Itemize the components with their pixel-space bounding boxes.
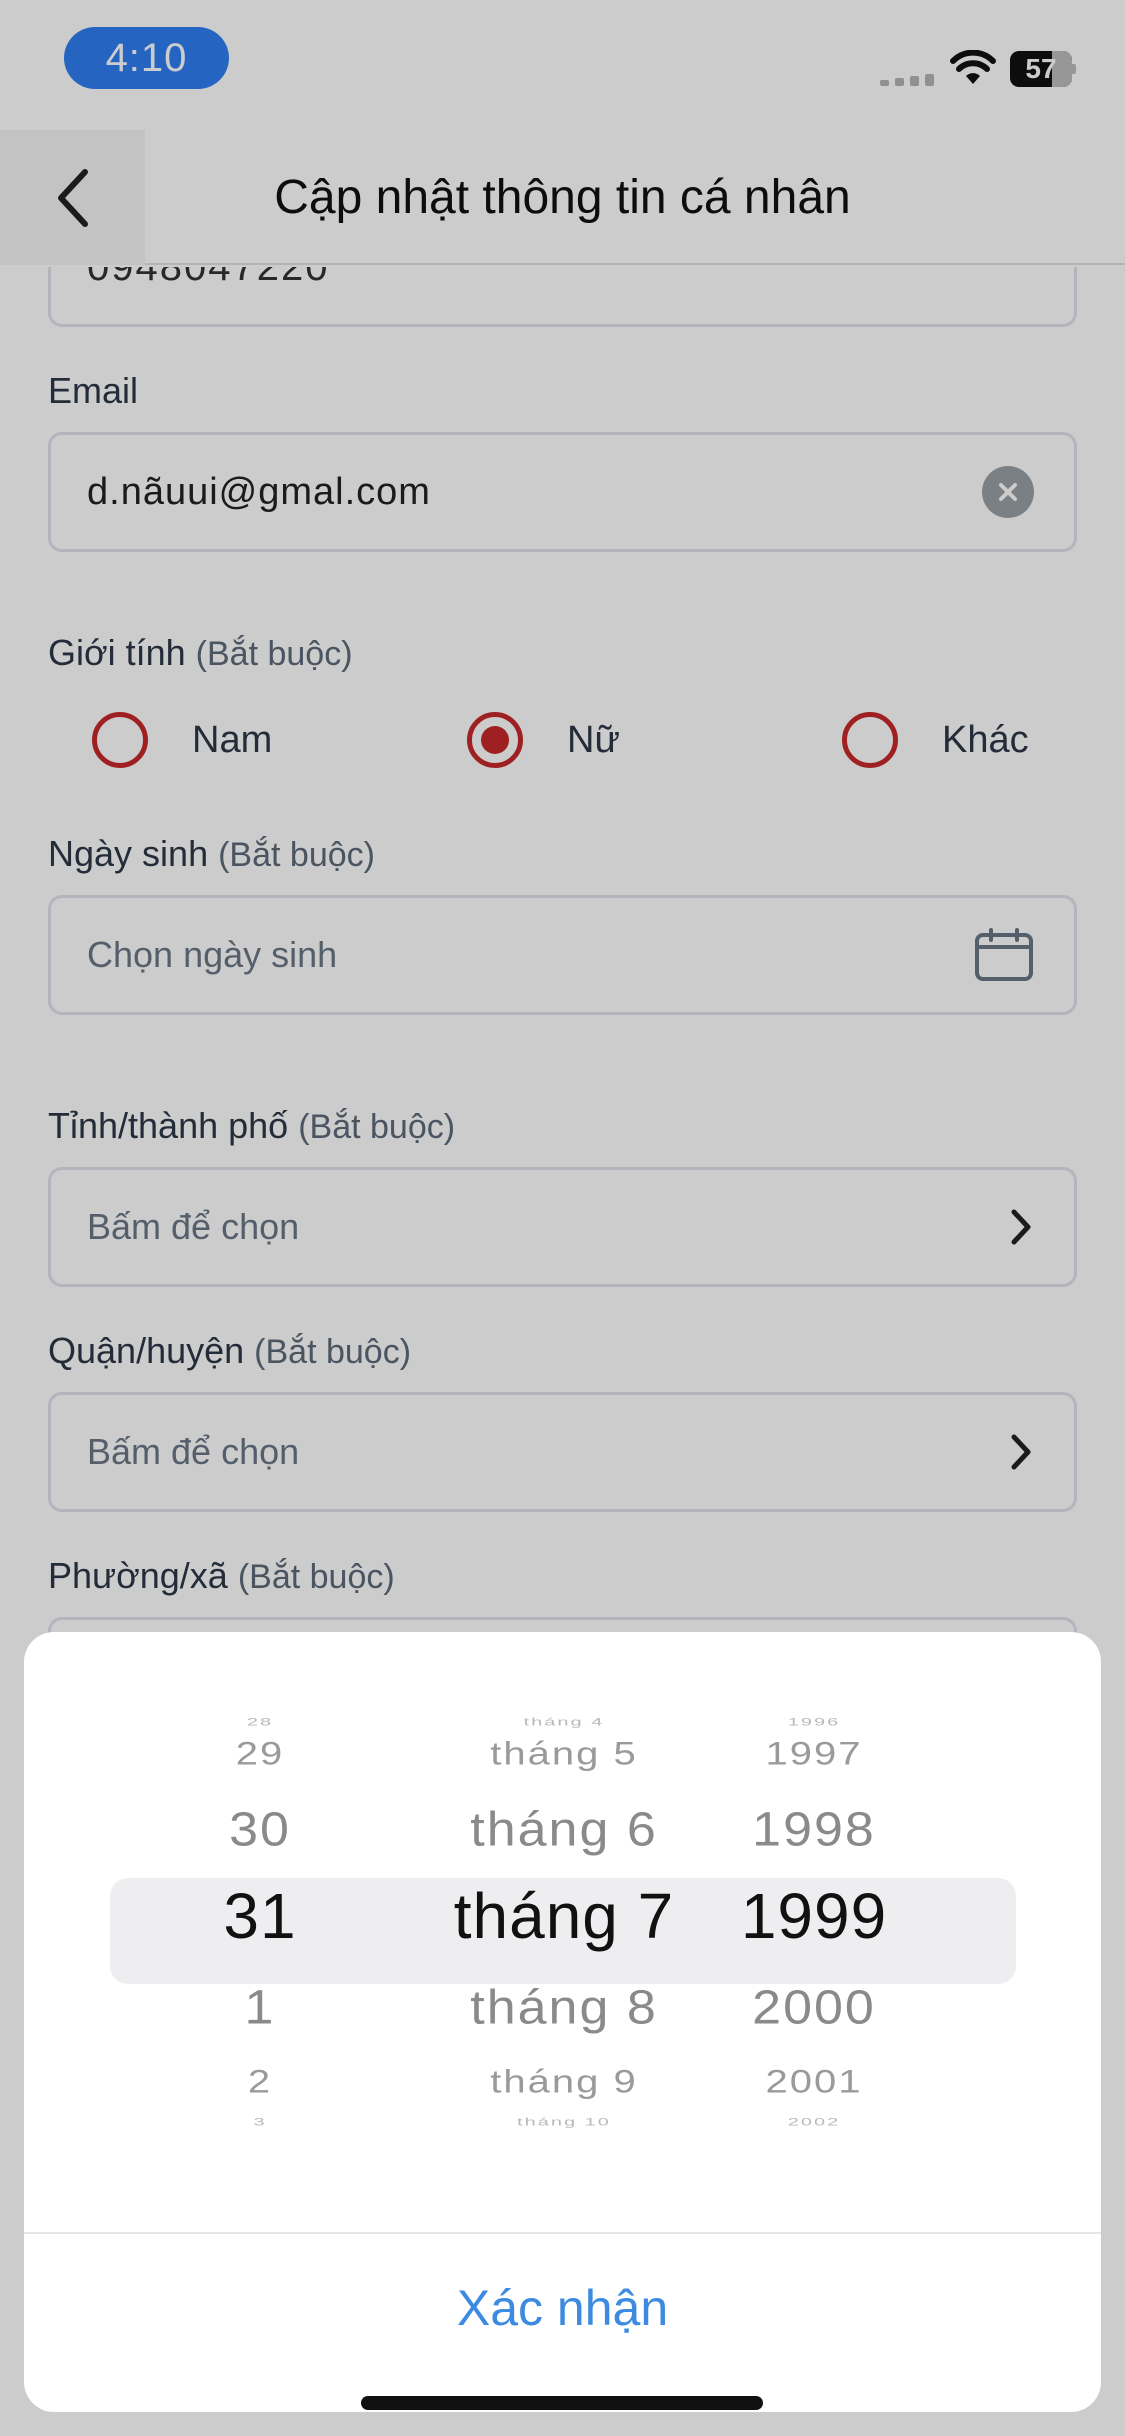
month-option[interactable]: tháng 4 [404, 1717, 724, 1728]
year-option[interactable]: 1998 [704, 1806, 924, 1854]
home-indicator [361, 2396, 763, 2410]
day-option[interactable]: 29 [190, 1738, 330, 1770]
year-option[interactable]: 1996 [704, 1717, 924, 1728]
month-option[interactable]: tháng 9 [404, 2066, 724, 2098]
month-option[interactable]: tháng 5 [404, 1738, 724, 1770]
date-picker-sheet: 28 29 30 31 1 2 3 tháng 4 tháng 5 tháng 6 tháng 7… [24, 1632, 1101, 2412]
month-option[interactable]: tháng 10 [404, 2117, 724, 2128]
month-option[interactable]: tháng 6 [404, 1806, 724, 1854]
day-option[interactable]: 28 [190, 1717, 330, 1728]
day-option[interactable]: 3 [190, 2117, 330, 2128]
year-option[interactable]: 1997 [704, 1738, 924, 1770]
day-option[interactable]: 1 [190, 1984, 330, 2032]
year-option[interactable]: 2000 [704, 1984, 924, 2032]
year-option-selected[interactable]: 1999 [704, 1884, 924, 1948]
month-option-selected[interactable]: tháng 7 [404, 1884, 724, 1948]
year-option[interactable]: 2002 [704, 2117, 924, 2128]
day-option[interactable]: 2 [190, 2066, 330, 2098]
year-option[interactable]: 2001 [704, 2066, 924, 2098]
year-wheel[interactable]: 1996 1997 1998 1999 2000 2001 2002 [704, 1712, 924, 2172]
month-wheel[interactable]: tháng 4 tháng 5 tháng 6 tháng 7 tháng 8 tháng… [404, 1712, 724, 2172]
day-option[interactable]: 30 [190, 1806, 330, 1854]
confirm-button[interactable]: Xác nhận [24, 2234, 1101, 2382]
month-option[interactable]: tháng 8 [404, 1984, 724, 2032]
day-wheel[interactable]: 28 29 30 31 1 2 3 [190, 1712, 330, 2172]
day-option-selected[interactable]: 31 [190, 1884, 330, 1948]
